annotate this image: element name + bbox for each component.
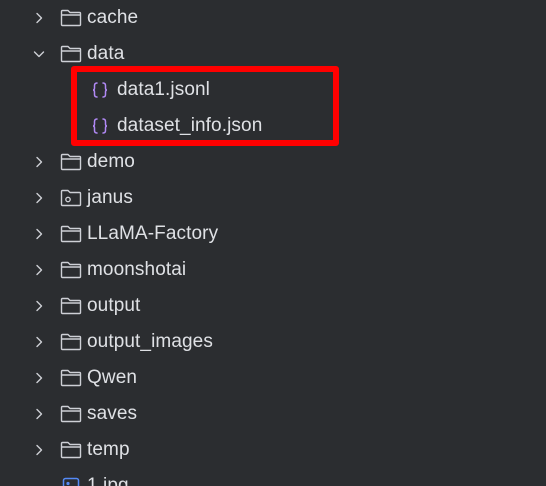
tree-item-data[interactable]: data — [0, 36, 546, 72]
tree-item-label: temp — [87, 439, 130, 460]
json-file-icon — [88, 115, 112, 137]
folder-icon — [59, 403, 83, 425]
package-folder-icon — [59, 187, 83, 209]
tree-item-label: dataset_info.json — [117, 115, 263, 136]
tree-item-label: Qwen — [87, 367, 138, 388]
chevron-right-icon[interactable] — [33, 156, 45, 168]
tree-item-output-images[interactable]: output_images — [0, 324, 546, 360]
tree-item-saves[interactable]: saves — [0, 396, 546, 432]
folder-icon — [59, 223, 83, 245]
tree-item-qwen[interactable]: Qwen — [0, 360, 546, 396]
image-file-icon — [59, 475, 83, 486]
chevron-right-icon[interactable] — [33, 372, 45, 384]
tree-item-cache[interactable]: cache — [0, 0, 546, 36]
tree-item-label: cache — [87, 7, 139, 28]
json-file-icon — [88, 79, 112, 101]
tree-item-label: janus — [87, 187, 133, 208]
chevron-right-icon[interactable] — [33, 300, 45, 312]
tree-item-output[interactable]: output — [0, 288, 546, 324]
tree-item-temp[interactable]: temp — [0, 432, 546, 468]
tree-item-label: 1.jpg — [87, 475, 129, 486]
folder-icon — [59, 439, 83, 461]
chevron-right-icon[interactable] — [33, 408, 45, 420]
folder-icon — [59, 43, 83, 65]
chevron-right-icon[interactable] — [33, 12, 45, 24]
folder-icon — [59, 7, 83, 29]
chevron-right-icon[interactable] — [33, 444, 45, 456]
tree-item-label: data — [87, 43, 125, 64]
chevron-right-icon[interactable] — [33, 228, 45, 240]
folder-icon — [59, 367, 83, 389]
chevron-down-icon[interactable] — [33, 48, 45, 60]
tree-item-label: output — [87, 295, 141, 316]
project-file-tree: cache data data1.jsonl dataset_info.json… — [0, 0, 546, 486]
tree-item-janus[interactable]: janus — [0, 180, 546, 216]
folder-icon — [59, 331, 83, 353]
folder-icon — [59, 259, 83, 281]
tree-item-demo[interactable]: demo — [0, 144, 546, 180]
tree-item-dataset-info-json[interactable]: dataset_info.json — [0, 108, 546, 144]
folder-icon — [59, 295, 83, 317]
tree-item-label: data1.jsonl — [117, 79, 211, 100]
tree-item-label: saves — [87, 403, 138, 424]
folder-icon — [59, 151, 83, 173]
tree-item-label: output_images — [87, 331, 213, 352]
chevron-right-icon[interactable] — [33, 192, 45, 204]
tree-item-llama-factory[interactable]: LLaMA-Factory — [0, 216, 546, 252]
tree-item-data1-jsonl[interactable]: data1.jsonl — [0, 72, 546, 108]
tree-item-moonshotai[interactable]: moonshotai — [0, 252, 546, 288]
tree-item-label: LLaMA-Factory — [87, 223, 219, 244]
chevron-right-icon[interactable] — [33, 336, 45, 348]
chevron-right-icon[interactable] — [33, 264, 45, 276]
tree-item-1-jpg[interactable]: 1.jpg — [0, 468, 546, 486]
tree-item-label: moonshotai — [87, 259, 187, 280]
tree-item-label: demo — [87, 151, 135, 172]
